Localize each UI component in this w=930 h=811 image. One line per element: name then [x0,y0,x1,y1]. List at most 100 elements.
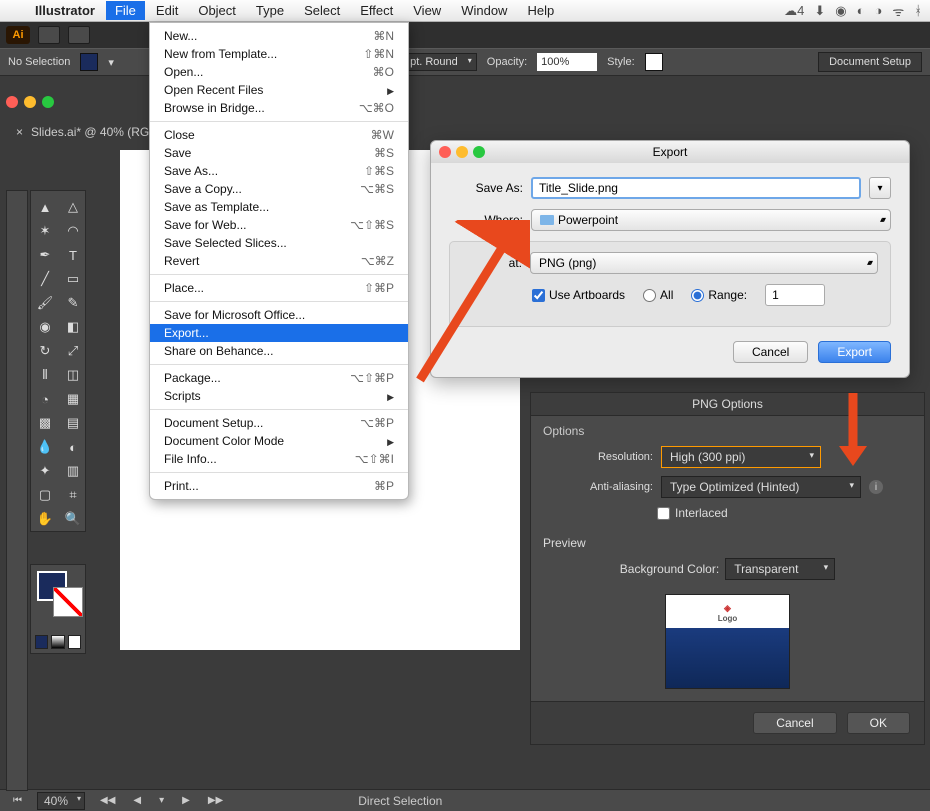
resolution-dropdown[interactable]: High (300 ppi) [661,446,821,468]
menu-select[interactable]: Select [295,1,349,20]
use-artboards-checkbox[interactable]: Use Artboards [532,288,625,302]
gradient-mode-icon[interactable] [51,635,64,649]
rectangle-tool-icon[interactable]: ▭ [59,267,87,291]
menu-item-close[interactable]: Close⌘W [150,126,408,144]
app-menu[interactable]: Illustrator [26,1,104,20]
menu-item-save-for-microsoft-office[interactable]: Save for Microsoft Office... [150,306,408,324]
magic-wand-tool-icon[interactable]: ✶ [31,219,59,243]
artboard-next-icon[interactable]: ▶ [179,795,193,806]
menu-window[interactable]: Window [452,1,516,20]
stroke-color-swatch[interactable] [53,587,83,617]
menu-item-open[interactable]: Open...⌘O [150,63,408,81]
eyedropper-tool-icon[interactable]: 💧 [31,435,59,459]
shape-builder-tool-icon[interactable]: ◔ [31,387,59,411]
status-icon[interactable]: ◐ [857,3,865,18]
zoom-tool-icon[interactable]: 🔍 [59,507,87,531]
zoom-dropdown[interactable]: 40% [37,792,85,810]
rotate-tool-icon[interactable]: ↻ [31,339,59,363]
pen-tool-icon[interactable]: ✒ [31,243,59,267]
menu-item-revert[interactable]: Revert⌥⌘Z [150,252,408,270]
menu-item-package[interactable]: Package...⌥⇧⌘P [150,369,408,387]
format-dropdown[interactable]: PNG (png) [530,252,878,274]
pencil-tool-icon[interactable]: ✎ [59,291,87,315]
blob-brush-tool-icon[interactable]: ◉ [31,315,59,339]
mesh-tool-icon[interactable]: ▩ [31,411,59,435]
dialog-close-icon[interactable] [439,146,451,158]
minimize-window-icon[interactable] [24,96,36,108]
direct-selection-tool-icon[interactable]: △ [59,195,87,219]
hand-tool-icon[interactable]: ✋ [31,507,59,531]
interlaced-checkbox[interactable]: Interlaced [657,502,924,526]
zoom-first-icon[interactable]: ⏮ [10,795,25,806]
artboard-prev2-icon[interactable]: ◀ [130,795,144,806]
menu-item-document-setup[interactable]: Document Setup...⌥⌘P [150,414,408,432]
none-mode-icon[interactable] [68,635,81,649]
color-mode-icon[interactable] [35,635,48,649]
menu-item-file-info[interactable]: File Info...⌥⇧⌘I [150,450,408,468]
wifi-icon[interactable]: ᯤ [892,2,904,20]
artboard-prev-icon[interactable]: ◀◀ [97,795,118,806]
filename-input[interactable] [531,177,861,199]
artboard-tool-icon[interactable]: ▢ [31,483,59,507]
stroke-dropdown-icon[interactable]: ▾ [108,56,114,69]
dropbox-icon[interactable]: ⬇ [814,3,825,19]
menu-item-save-for-web[interactable]: Save for Web...⌥⇧⌘S [150,216,408,234]
zoom-window-icon[interactable] [42,96,54,108]
export-confirm-button[interactable]: Export [818,341,891,363]
menu-item-print[interactable]: Print...⌘P [150,477,408,495]
menu-item-document-color-mode[interactable]: Document Color Mode [150,432,408,450]
paintbrush-tool-icon[interactable]: 🖌 [31,291,59,315]
info-icon[interactable]: i [869,480,883,494]
symbol-sprayer-tool-icon[interactable]: ✦ [31,459,59,483]
slice-tool-icon[interactable]: ⌗ [59,483,87,507]
fill-swatch[interactable] [80,53,98,71]
disclose-button[interactable]: ▾ [869,177,891,199]
png-cancel-button[interactable]: Cancel [753,712,836,734]
eraser-tool-icon[interactable]: ◧ [59,315,87,339]
bluetooth-icon[interactable]: ᚼ [914,3,922,18]
type-tool-icon[interactable]: T [59,243,87,267]
opacity-field[interactable]: 100% [537,53,597,71]
menu-effect[interactable]: Effect [351,1,402,20]
menu-item-browse-in-bridge[interactable]: Browse in Bridge...⌥⌘O [150,99,408,117]
png-ok-button[interactable]: OK [847,712,910,734]
range-input[interactable] [765,284,825,306]
range-radio[interactable]: Range: [691,288,747,302]
style-swatch[interactable] [645,53,663,71]
menu-item-new-from-template[interactable]: New from Template...⇧⌘N [150,45,408,63]
tab-close-icon[interactable]: × [16,125,23,139]
bridge-icon[interactable] [38,26,60,44]
selection-tool-icon[interactable]: ▲ [31,195,59,219]
menu-view[interactable]: View [404,1,450,20]
line-tool-icon[interactable]: ╱ [31,267,59,291]
menu-item-save[interactable]: Save⌘S [150,144,408,162]
bgcolor-dropdown[interactable]: Transparent [725,558,835,580]
scale-tool-icon[interactable]: ⤢ [59,339,87,363]
menu-object[interactable]: Object [189,1,245,20]
artboard-num[interactable]: ▾ [156,795,167,806]
perspective-tool-icon[interactable]: ▦ [59,387,87,411]
menu-type[interactable]: Type [247,1,293,20]
export-cancel-button[interactable]: Cancel [733,341,808,363]
sync-icon[interactable]: ◉ [835,3,846,19]
blend-tool-icon[interactable]: ◐ [59,435,87,459]
menu-item-save-selected-slices[interactable]: Save Selected Slices... [150,234,408,252]
graph-tool-icon[interactable]: ▥ [59,459,87,483]
all-radio[interactable]: All [643,288,673,302]
close-window-icon[interactable] [6,96,18,108]
menu-item-open-recent-files[interactable]: Open Recent Files [150,81,408,99]
menu-help[interactable]: Help [518,1,563,20]
menu-item-share-on-behance[interactable]: Share on Behance... [150,342,408,360]
width-tool-icon[interactable]: ⫴ [31,363,59,387]
document-setup-button[interactable]: Document Setup [818,52,922,72]
menu-item-save-as-template[interactable]: Save as Template... [150,198,408,216]
menu-item-new[interactable]: New...⌘N [150,27,408,45]
where-dropdown[interactable]: Powerpoint [531,209,891,231]
menu-item-scripts[interactable]: Scripts [150,387,408,405]
dialog-minimize-icon[interactable] [456,146,468,158]
cc-icon[interactable]: ☁4 [784,3,804,19]
anti-aliasing-dropdown[interactable]: Type Optimized (Hinted) [661,476,861,498]
menu-item-save-a-copy[interactable]: Save a Copy...⌥⌘S [150,180,408,198]
gradient-tool-icon[interactable]: ▤ [59,411,87,435]
dialog-zoom-icon[interactable] [473,146,485,158]
